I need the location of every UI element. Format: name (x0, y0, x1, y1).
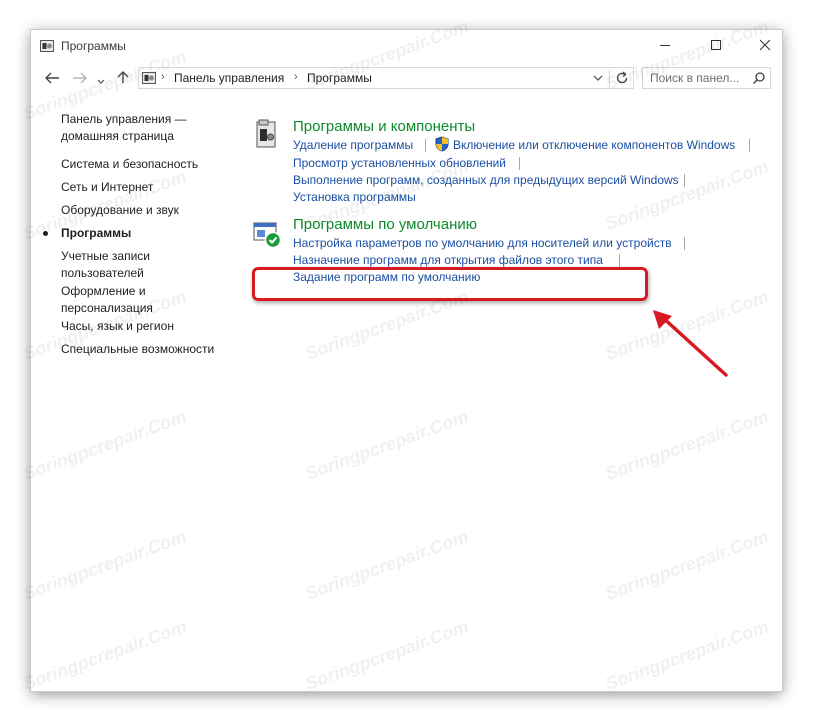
close-icon (759, 39, 771, 51)
sidebar-item-ease-of-access[interactable]: Специальные возможности (61, 341, 226, 358)
link-view-installed-updates[interactable]: Просмотр установленных обновлений (293, 155, 506, 171)
link-divider (749, 139, 750, 152)
link-turn-windows-features[interactable]: Включение или отключение компонентов Win… (453, 137, 735, 153)
address-divider (609, 70, 610, 86)
up-arrow-icon (117, 71, 129, 83)
title-bar: Программы (31, 30, 782, 62)
sidebar-item-appearance[interactable]: Оформление и персонализация (61, 283, 171, 317)
breadcrumb-programs[interactable]: Программы (307, 71, 372, 85)
close-button[interactable] (748, 33, 782, 57)
sidebar-item-user-accounts[interactable]: Учетные записи пользователей (61, 248, 171, 282)
sidebar-item-programs: Программы (61, 226, 132, 240)
uac-shield-icon (435, 136, 449, 152)
watermark: Soringpcrepair.Com (20, 616, 190, 694)
back-arrow-icon (45, 72, 59, 84)
up-button[interactable] (117, 70, 129, 87)
annotation-highlight-box (252, 267, 648, 301)
recent-locations-button[interactable] (97, 74, 105, 88)
watermark: Soringpcrepair.Com (602, 156, 772, 234)
search-box[interactable] (642, 67, 771, 89)
watermark: Soringpcrepair.Com (302, 406, 472, 484)
chevron-down-icon (97, 79, 105, 84)
programs-features-icon[interactable] (255, 119, 279, 152)
breadcrumb-separator-icon[interactable]: › (294, 71, 298, 83)
link-divider (684, 237, 685, 250)
link-associate-file-type[interactable]: Назначение программ для открытия файлов … (293, 252, 603, 268)
sidebar-item-network-internet[interactable]: Сеть и Интернет (61, 179, 226, 196)
chevron-down-icon (593, 75, 603, 81)
watermark: Soringpcrepair.Com (602, 526, 772, 604)
link-run-older-programs[interactable]: Выполнение программ, созданных для преды… (293, 172, 679, 188)
maximize-button[interactable] (699, 33, 733, 57)
navigation-bar: › Панель управления › Программы (31, 63, 782, 93)
link-divider (684, 174, 685, 187)
address-dropdown-button[interactable] (591, 71, 605, 85)
control-panel-icon (40, 39, 54, 53)
default-programs-icon[interactable] (253, 220, 283, 253)
breadcrumb-control-panel[interactable]: Панель управления (174, 71, 284, 85)
minimize-icon (660, 45, 670, 46)
control-panel-window: Программы › Панель управления › Программ… (21, 16, 782, 694)
sidebar-item-system-security[interactable]: Система и безопасность (61, 156, 226, 173)
refresh-button[interactable] (614, 70, 630, 86)
link-divider (619, 254, 620, 267)
sidebar-item-hardware-sound[interactable]: Оборудование и звук (61, 202, 226, 219)
back-button[interactable] (44, 71, 60, 88)
link-divider (425, 139, 426, 152)
forward-arrow-icon (73, 72, 87, 84)
refresh-icon (616, 71, 628, 84)
watermark: Soringpcrepair.Com (302, 616, 472, 694)
control-panel-icon (142, 71, 156, 85)
minimize-button[interactable] (648, 33, 682, 57)
window-title: Программы (61, 39, 126, 53)
sidebar-item-control-panel-home[interactable]: Панель управления — домашняя страница (61, 111, 226, 145)
search-icon[interactable] (752, 71, 766, 85)
watermark: Soringpcrepair.Com (602, 616, 772, 694)
annotation-arrow-icon (653, 310, 728, 377)
link-divider (519, 157, 520, 170)
watermark: Soringpcrepair.Com (602, 406, 772, 484)
link-autoplay-settings[interactable]: Настройка параметров по умолчанию для но… (293, 235, 672, 251)
forward-button[interactable] (72, 71, 88, 88)
category-title-default-programs[interactable]: Программы по умолчанию (293, 216, 477, 233)
search-input[interactable] (643, 68, 754, 88)
category-title-programs-features[interactable]: Программы и компоненты (293, 118, 475, 135)
watermark: Soringpcrepair.Com (20, 406, 190, 484)
link-uninstall-program[interactable]: Удаление программы (293, 137, 413, 153)
watermark: Soringpcrepair.Com (20, 526, 190, 604)
link-install-program[interactable]: Установка программы (293, 189, 416, 205)
watermark: Soringpcrepair.Com (302, 526, 472, 604)
address-bar[interactable]: › Панель управления › Программы (138, 67, 634, 89)
breadcrumb-separator-icon[interactable]: › (161, 71, 165, 83)
current-item-bullet-icon (43, 231, 48, 236)
sidebar-item-clock-language-region[interactable]: Часы, язык и регион (61, 318, 226, 335)
maximize-icon (711, 40, 721, 50)
